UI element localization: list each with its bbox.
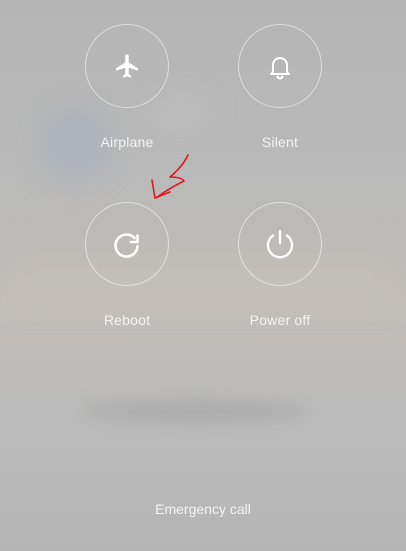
emergency-call-button[interactable]: Emergency call — [0, 501, 406, 517]
reboot-button[interactable] — [85, 202, 169, 286]
airplane-mode-action[interactable]: Airplane — [67, 24, 187, 150]
power-off-label: Power off — [249, 312, 311, 328]
bell-icon — [270, 57, 290, 80]
reboot-icon — [114, 233, 139, 258]
silent-label: Silent — [261, 134, 299, 150]
reboot-label: Reboot — [103, 312, 151, 328]
reboot-action[interactable]: Reboot — [67, 202, 187, 328]
power-icon — [266, 229, 294, 259]
background-blur — [0, 250, 406, 300]
airplane-button[interactable] — [85, 24, 169, 108]
background-blur — [80, 400, 310, 422]
airplane-label: Airplane — [100, 134, 154, 150]
power-off-button[interactable] — [238, 202, 322, 286]
airplane-icon — [115, 54, 139, 78]
silent-mode-action[interactable]: Silent — [220, 24, 340, 150]
silent-button[interactable] — [238, 24, 322, 108]
red-arrow-annotation — [151, 154, 189, 199]
power-off-action[interactable]: Power off — [220, 202, 340, 328]
